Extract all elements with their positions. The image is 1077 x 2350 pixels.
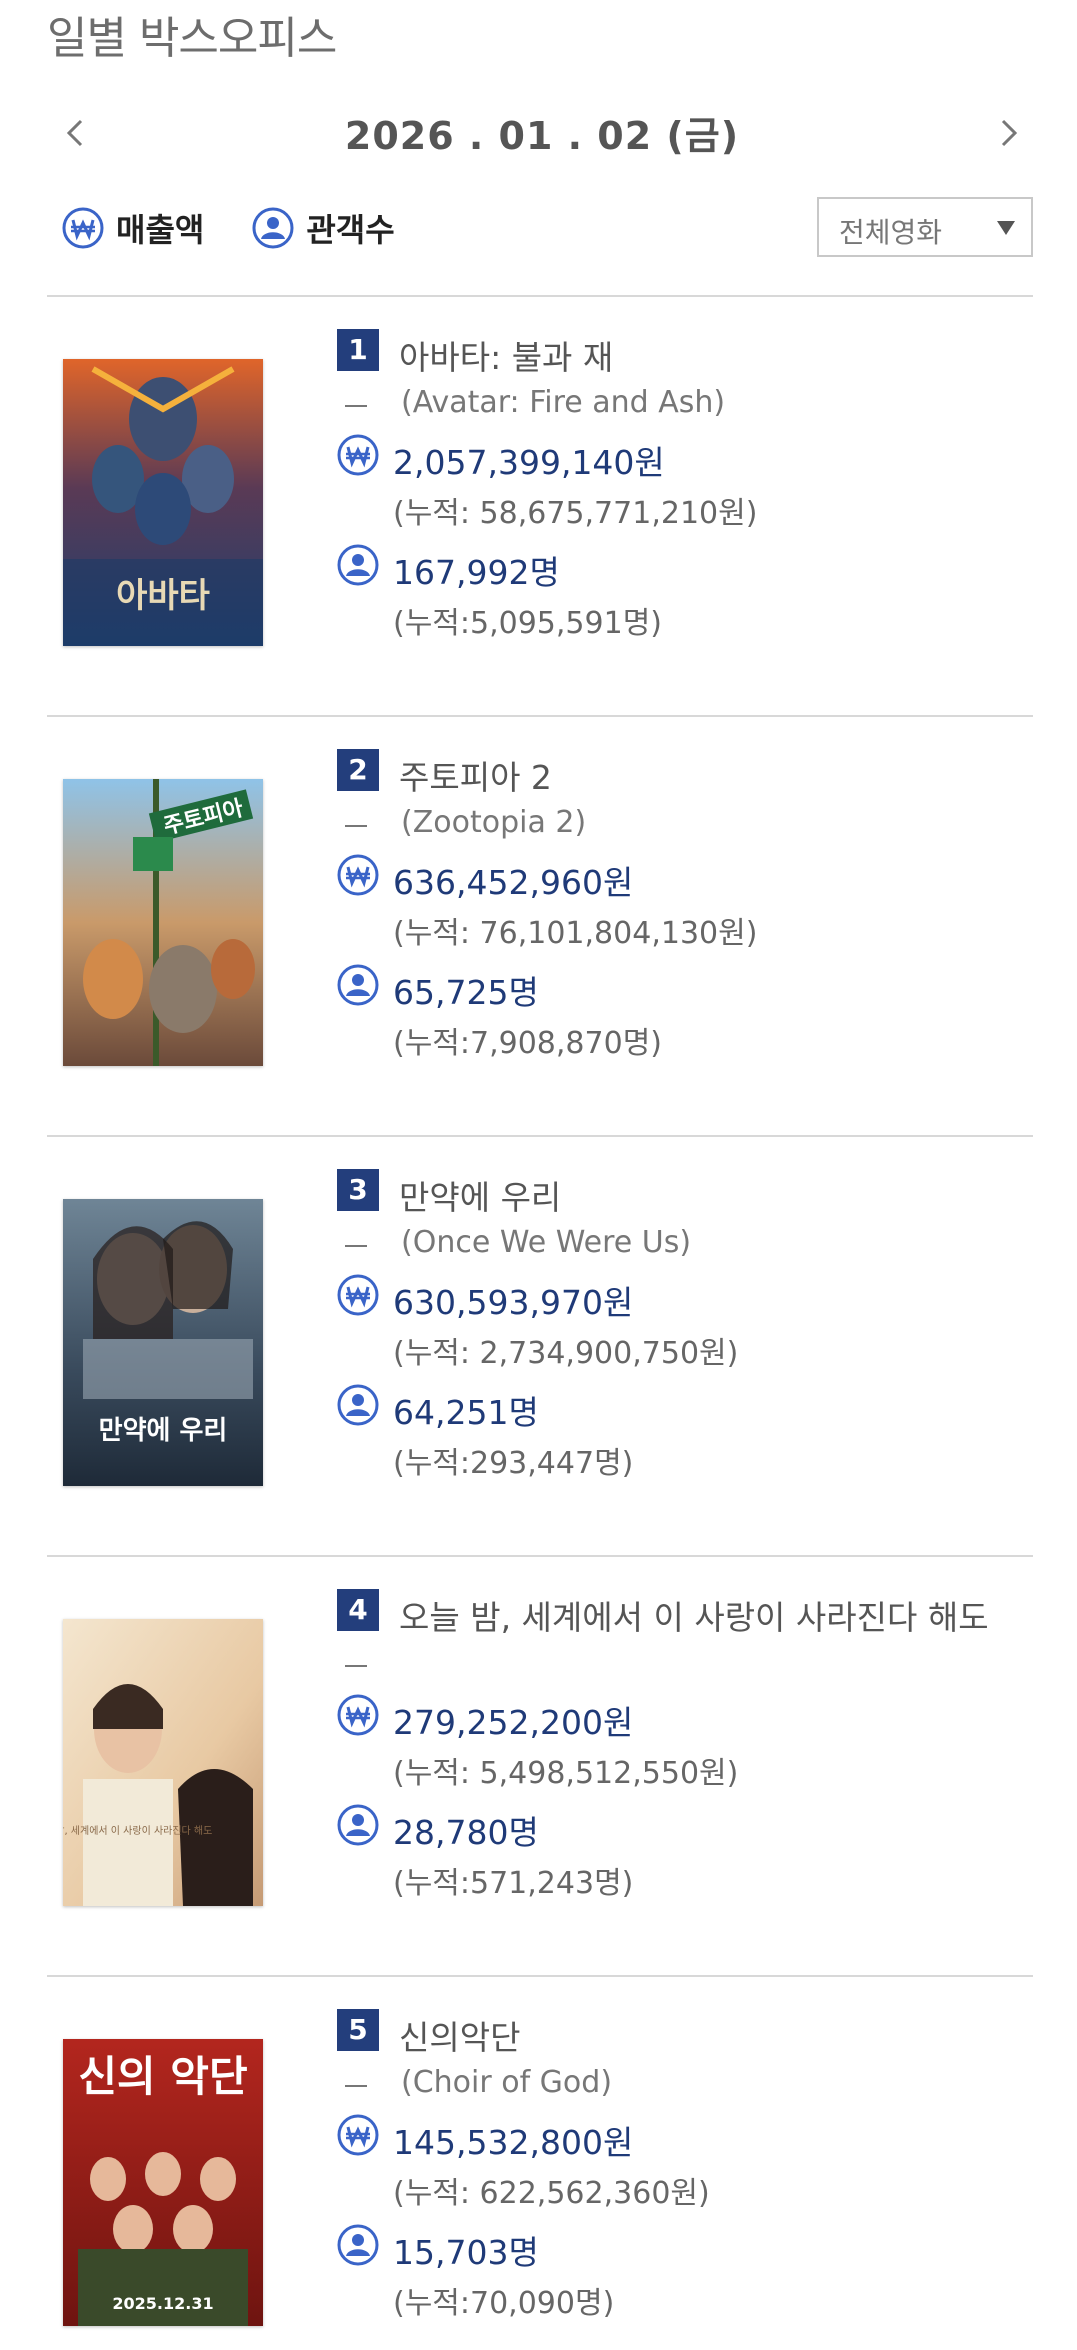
original-title: (Choir of God) bbox=[401, 2065, 613, 2100]
movie-poster[interactable]: 오늘 밤, 세계에서 이 사랑이 사라진다 해도 bbox=[63, 1619, 263, 1906]
dash-separator bbox=[345, 405, 367, 407]
movie-item[interactable]: 오늘 밤, 세계에서 이 사랑이 사라진다 해도 4 오늘 밤, 세계에서 이 … bbox=[47, 1557, 1033, 1975]
cumulative-audience: (누적:571,243명) bbox=[393, 1866, 634, 1901]
movie-info: 5 신의악단 (Choir of God) 145,532,800원 (누적: … bbox=[337, 2009, 1017, 2334]
cumulative-audience: (누적:293,447명) bbox=[393, 1446, 634, 1481]
person-icon bbox=[337, 1804, 379, 1846]
daily-sales: 630,593,970원 bbox=[393, 1283, 634, 1322]
cumulative-sales: (누적: 58,675,771,210원) bbox=[393, 496, 758, 531]
poster-title: 신의 악단 bbox=[78, 2052, 247, 2101]
person-icon bbox=[337, 544, 379, 586]
won-icon bbox=[62, 207, 104, 249]
poster-title: 만약에 우리 bbox=[99, 1416, 228, 1446]
poster-title: 오늘 밤, 세계에서 이 사랑이 사라진다 해도 bbox=[63, 1824, 212, 1837]
legend: 매출액 관객수 bbox=[62, 203, 443, 253]
legend-audience: 관객수 bbox=[252, 205, 395, 251]
cumulative-sales: (누적: 622,562,360원) bbox=[393, 2176, 710, 2211]
chevron-right-icon bbox=[1001, 119, 1018, 147]
daily-sales: 636,452,960원 bbox=[393, 863, 634, 902]
dash-separator bbox=[345, 1665, 367, 1667]
page-title: 일별 박스오피스 bbox=[47, 13, 337, 64]
movie-title[interactable]: 만약에 우리 bbox=[399, 1171, 561, 1219]
movie-info: 3 만약에 우리 (Once We Were Us) 630,593,970원 … bbox=[337, 1169, 1017, 1494]
rank-badge: 4 bbox=[337, 1589, 379, 1631]
rank-badge: 3 bbox=[337, 1169, 379, 1211]
won-icon bbox=[337, 1274, 379, 1316]
poster-image: 만약에 우리 bbox=[63, 1199, 263, 1486]
daily-sales: 145,532,800원 bbox=[393, 2123, 634, 2162]
movie-poster[interactable]: 만약에 우리 bbox=[63, 1199, 263, 1486]
daily-audience: 15,703명 bbox=[393, 2233, 539, 2272]
rank-badge: 2 bbox=[337, 749, 379, 791]
rank-badge: 1 bbox=[337, 329, 379, 371]
cumulative-audience: (누적:5,095,591명) bbox=[393, 606, 662, 641]
cumulative-sales: (누적: 5,498,512,550원) bbox=[393, 1756, 739, 1791]
person-icon bbox=[252, 207, 294, 249]
daily-audience: 64,251명 bbox=[393, 1393, 539, 1432]
cumulative-sales: (누적: 76,101,804,130원) bbox=[393, 916, 758, 951]
original-title: (Avatar: Fire and Ash) bbox=[401, 385, 726, 420]
movie-title[interactable]: 아바타: 불과 재 bbox=[399, 331, 613, 379]
cumulative-audience: (누적:70,090명) bbox=[393, 2286, 615, 2321]
poster-title: 아바타 bbox=[116, 576, 210, 616]
poster-image: 아바타 bbox=[63, 359, 263, 646]
cumulative-audience: (누적:7,908,870명) bbox=[393, 1026, 662, 1061]
won-icon bbox=[337, 2114, 379, 2156]
cumulative-sales: (누적: 2,734,900,750원) bbox=[393, 1336, 739, 1371]
movie-poster[interactable]: 신의 악단 2025.12.31 bbox=[63, 2039, 263, 2326]
movie-info: 2 주토피아 2 (Zootopia 2) 636,452,960원 (누적: … bbox=[337, 749, 1017, 1074]
daily-sales: 2,057,399,140원 bbox=[393, 443, 665, 482]
daily-audience: 65,725명 bbox=[393, 973, 539, 1012]
original-title: (Once We Were Us) bbox=[401, 1225, 692, 1260]
next-day-button[interactable] bbox=[977, 103, 1037, 163]
rank-badge: 5 bbox=[337, 2009, 379, 2051]
movie-item[interactable]: 만약에 우리 3 만약에 우리 (Once We Were Us) 630,59… bbox=[47, 1137, 1033, 1555]
poster-image: 오늘 밤, 세계에서 이 사랑이 사라진다 해도 bbox=[63, 1619, 263, 1906]
filter-selected-value: 전체영화 bbox=[839, 216, 943, 249]
poster-date: 2025.12.31 bbox=[112, 2294, 213, 2313]
dash-separator bbox=[345, 2085, 367, 2087]
person-icon bbox=[337, 2224, 379, 2266]
daily-audience: 28,780명 bbox=[393, 1813, 539, 1852]
daily-audience: 167,992명 bbox=[393, 553, 560, 592]
movie-item[interactable]: 신의 악단 2025.12.31 5 신의악단 (Choir of God) 1… bbox=[47, 1977, 1033, 2350]
poster-image: 주토피아 bbox=[63, 779, 263, 1066]
date-navigator: 2026 . 01 . 02 (금) bbox=[47, 95, 1037, 170]
dropdown-arrow-icon bbox=[997, 221, 1015, 235]
movie-filter-select[interactable]: 전체영화 bbox=[817, 197, 1033, 257]
movie-item[interactable]: 주토피아 2 주토피아 2 (Zootopia 2) 636,452,960원 … bbox=[47, 717, 1033, 1135]
poster-image: 신의 악단 2025.12.31 bbox=[63, 2039, 263, 2326]
won-icon bbox=[337, 1694, 379, 1736]
movie-title[interactable]: 신의악단 bbox=[399, 2011, 520, 2059]
movie-title[interactable]: 주토피아 2 bbox=[399, 751, 552, 799]
movie-info: 4 오늘 밤, 세계에서 이 사랑이 사라진다 해도 279,252,200원 … bbox=[337, 1589, 1017, 1914]
person-icon bbox=[337, 964, 379, 1006]
original-title: (Zootopia 2) bbox=[401, 805, 587, 840]
dash-separator bbox=[345, 1245, 367, 1247]
movie-poster[interactable]: 아바타 bbox=[63, 359, 263, 646]
won-icon bbox=[337, 854, 379, 896]
movie-item[interactable]: 아바타 1 아바타: 불과 재 (Avatar: Fire and Ash) 2… bbox=[47, 297, 1033, 715]
person-icon bbox=[337, 1384, 379, 1426]
legend-sales: 매출액 bbox=[62, 205, 204, 251]
movie-poster[interactable]: 주토피아 bbox=[63, 779, 263, 1066]
dash-separator bbox=[345, 825, 367, 827]
movie-title[interactable]: 오늘 밤, 세계에서 이 사랑이 사라진다 해도 bbox=[399, 1591, 989, 1639]
current-date: 2026 . 01 . 02 (금) bbox=[344, 114, 740, 158]
legend-sales-label: 매출액 bbox=[116, 211, 205, 249]
won-icon bbox=[337, 434, 379, 476]
daily-sales: 279,252,200원 bbox=[393, 1703, 634, 1742]
movie-info: 1 아바타: 불과 재 (Avatar: Fire and Ash) 2,057… bbox=[337, 329, 1017, 654]
legend-audience-label: 관객수 bbox=[306, 211, 395, 249]
